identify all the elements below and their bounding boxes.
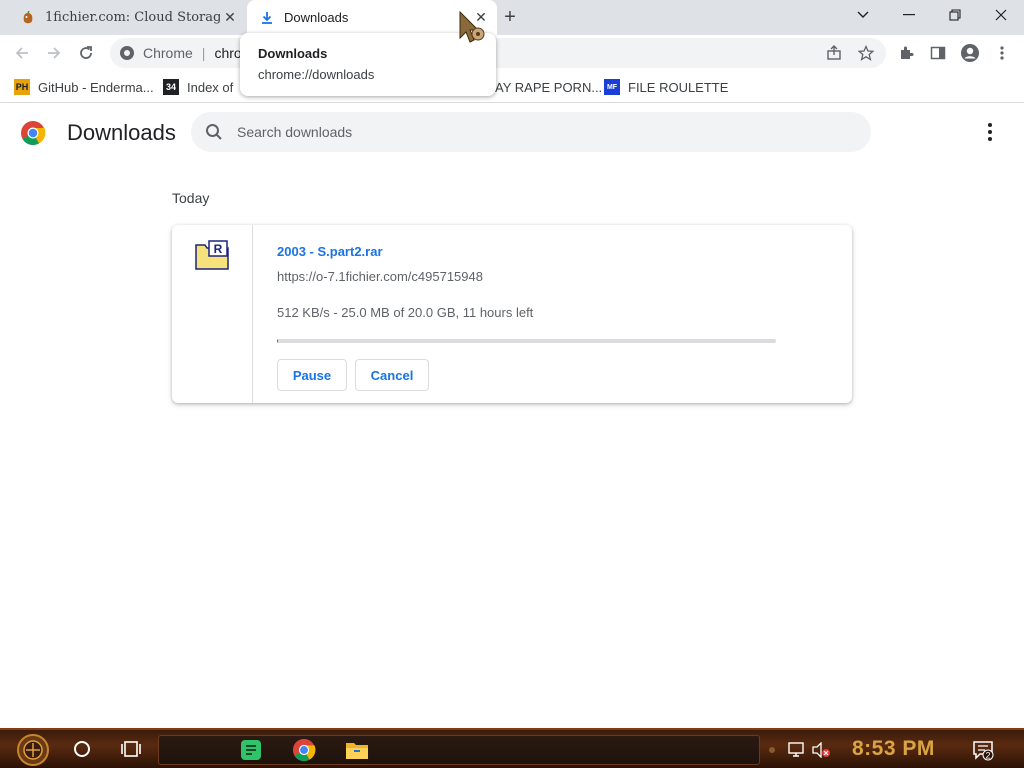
- file-explorer-icon[interactable]: [344, 737, 370, 763]
- network-icon[interactable]: [786, 740, 808, 760]
- tab-1fichier[interactable]: 1fichier.com: Cloud Storage ✕: [8, 0, 246, 35]
- taskbar: 8:53 PM 2: [0, 728, 1024, 768]
- restore-button[interactable]: [932, 0, 978, 30]
- bookmark-index-of[interactable]: 34 Index of: [163, 77, 233, 97]
- bookmark-label: GitHub - Enderma...: [38, 79, 154, 95]
- tab-title: 1fichier.com: Cloud Storage: [45, 10, 220, 25]
- reload-icon[interactable]: [72, 39, 100, 67]
- file-icon-column: R: [172, 225, 253, 403]
- close-window-button[interactable]: [978, 0, 1024, 30]
- download-filename-link[interactable]: 2003 - S.part2.rar: [277, 244, 383, 259]
- bookmark-star-icon[interactable]: [852, 39, 880, 67]
- bookmark-label: FILE ROULETTE: [628, 79, 729, 95]
- fichier-favicon-icon: [20, 10, 36, 26]
- tab-title: Downloads: [284, 10, 349, 25]
- omnibox-site-label: Chrome: [143, 45, 193, 61]
- chrome-taskbar-icon[interactable]: [291, 737, 317, 763]
- taskbar-clock[interactable]: 8:53 PM: [852, 737, 935, 761]
- rar-file-icon: R: [195, 240, 229, 270]
- page-title: Downloads: [67, 120, 176, 145]
- action-center-icon[interactable]: 2: [972, 739, 994, 761]
- search-icon: [206, 124, 222, 140]
- cortana-circle-icon[interactable]: [74, 741, 90, 757]
- chrome-logo-icon: [21, 121, 46, 146]
- browser-toolbar: Chrome | chrom: [0, 35, 1024, 71]
- date-section-label: Today: [172, 190, 210, 206]
- mf-favicon-icon: MF: [604, 79, 620, 95]
- bookmarks-bar: PH GitHub - Enderma... 34 Index of AY RA…: [0, 71, 1024, 103]
- download-item-card: R 2003 - S.part2.rar https://o-7.1fichie…: [172, 225, 852, 403]
- cancel-button[interactable]: Cancel: [355, 359, 429, 391]
- bookmark-file-roulette[interactable]: MF FILE ROULETTE: [604, 77, 728, 97]
- hover-card-url: chrome://downloads: [258, 67, 375, 82]
- bookmark-label: Index of: [187, 79, 234, 95]
- back-arrow-icon[interactable]: [8, 39, 36, 67]
- search-input[interactable]: [237, 124, 837, 140]
- task-view-icon[interactable]: [121, 740, 141, 758]
- omnibox[interactable]: Chrome | chrom: [110, 38, 886, 68]
- more-actions-icon[interactable]: [976, 120, 1004, 144]
- index-favicon-icon: 34: [163, 79, 179, 95]
- share-icon[interactable]: [820, 39, 848, 67]
- bookmark-label: AY RAPE PORN...: [495, 79, 603, 95]
- download-progress-fill: [277, 339, 278, 343]
- downloads-header: Downloads: [0, 104, 1024, 160]
- bookmark-third[interactable]: AY RAPE PORN...: [495, 77, 602, 97]
- pause-button[interactable]: Pause: [277, 359, 347, 391]
- close-icon[interactable]: ✕: [220, 8, 240, 28]
- new-tab-button[interactable]: +: [498, 5, 522, 29]
- download-icon: [259, 10, 275, 26]
- chrome-menu-icon[interactable]: [988, 39, 1016, 67]
- tab-strip: 1fichier.com: Cloud Storage ✕ Downloads …: [0, 0, 1024, 35]
- search-bar[interactable]: [191, 112, 871, 152]
- tray-chevron-icon[interactable]: [766, 740, 778, 760]
- mouse-cursor-icon: [459, 10, 485, 43]
- omnibox-separator: |: [201, 45, 206, 61]
- ph-favicon-icon: PH: [14, 79, 30, 95]
- forward-arrow-icon[interactable]: [40, 39, 68, 67]
- tab-search-icon[interactable]: [840, 0, 886, 30]
- hover-card-title: Downloads: [258, 46, 328, 61]
- profile-avatar-icon[interactable]: [956, 39, 984, 67]
- bookmark-github[interactable]: PH GitHub - Enderma...: [14, 77, 154, 97]
- volume-muted-icon[interactable]: [810, 740, 832, 760]
- extensions-icon[interactable]: [892, 39, 920, 67]
- download-progress-bar: [277, 339, 776, 343]
- minimize-button[interactable]: [886, 0, 932, 30]
- download-source-url[interactable]: https://o-7.1fichier.com/c495715948: [277, 269, 483, 284]
- sticky-notes-icon[interactable]: [238, 737, 264, 763]
- notification-count: 2: [985, 751, 990, 761]
- file-icon-letter: R: [214, 242, 223, 256]
- chrome-icon: [119, 45, 135, 61]
- download-status: 512 KB/s - 25.0 MB of 20.0 GB, 11 hours …: [277, 305, 534, 320]
- side-panel-icon[interactable]: [924, 39, 952, 67]
- start-button-icon[interactable]: [12, 733, 54, 767]
